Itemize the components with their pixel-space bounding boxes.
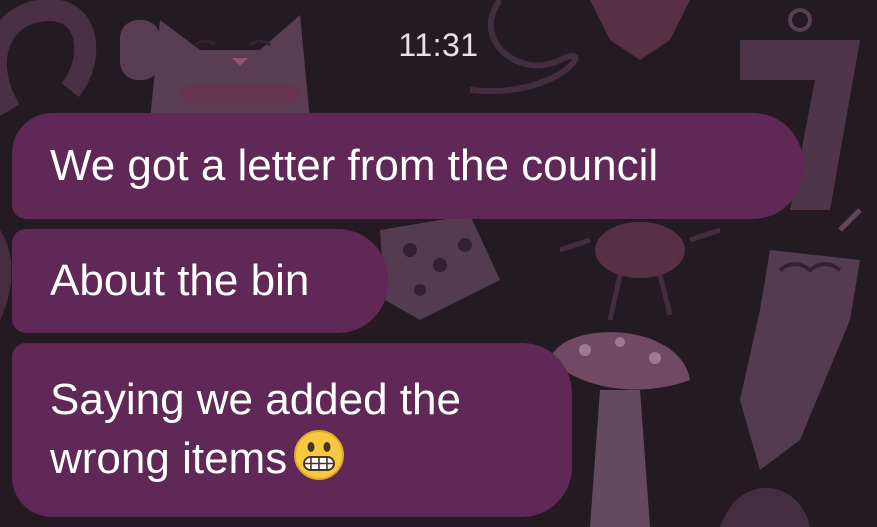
message-text-fragment: wrong items [50,434,288,483]
message-bubble[interactable]: Saying we added the wrong items [12,343,572,517]
message-text-line: Saying we added the [50,375,461,424]
message-bubble[interactable]: We got a letter from the council [12,113,803,219]
message-text-line: wrong items [50,429,534,496]
message-text: We got a letter from the council [50,141,659,190]
message-bubble[interactable]: About the bin [12,229,388,333]
grimacing-face-emoji-icon [293,429,345,496]
message-text: About the bin [50,256,310,305]
message-timestamp: 11:31 [398,27,479,63]
